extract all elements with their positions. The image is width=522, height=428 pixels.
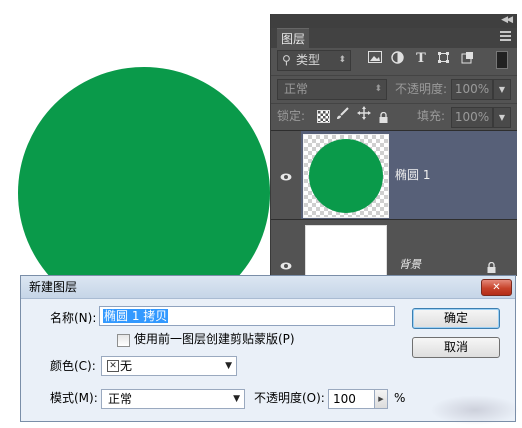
panel-header-bar: ◀◀	[271, 14, 517, 28]
type-layer-filter-icon[interactable]: T	[413, 51, 429, 67]
divider	[271, 103, 517, 104]
fill-input[interactable]: 100%	[451, 107, 493, 128]
tab-layers[interactable]: 图层	[277, 28, 310, 49]
layer-row-ellipse[interactable]: 椭圆 1	[271, 131, 517, 219]
chevron-down-icon: ▼	[498, 113, 506, 122]
fill-label: 填充:	[417, 109, 446, 123]
opacity-label: 不透明度:	[395, 82, 448, 96]
layer-name[interactable]: 椭圆 1	[395, 167, 430, 183]
layer-name-input[interactable]: 椭圆 1 拷贝	[99, 306, 395, 326]
lock-transparent-pixels-icon[interactable]	[317, 110, 330, 123]
cancel-button[interactable]: 取消	[412, 337, 500, 358]
color-label: 颜色(C):	[50, 359, 96, 373]
dialog-title: 新建图层	[29, 280, 78, 294]
layers-panel: ◀◀ 图层 ⚲ 类型 ⬍ T 正常 ⬍ 不透明度: 100% ▼ 锁定: 填充:…	[270, 14, 517, 277]
layer-thumbnail	[303, 134, 389, 218]
eye-icon[interactable]	[280, 168, 292, 181]
mode-value: 正常	[108, 392, 133, 406]
filter-type-label: 类型	[296, 53, 321, 67]
name-label: 名称(N):	[50, 311, 97, 325]
close-button[interactable]: ✕	[481, 279, 512, 296]
panel-tab-bar: 图层	[271, 28, 517, 49]
shape-layer-filter-icon[interactable]	[435, 51, 451, 67]
clipping-mask-checkbox[interactable]	[117, 334, 130, 347]
opacity-input[interactable]: 100%	[451, 79, 493, 100]
search-icon: ⚲	[282, 53, 291, 67]
ok-button[interactable]: 确定	[412, 308, 500, 329]
layer-name-value: 椭圆 1 拷贝	[103, 309, 169, 323]
layer-thumbnail	[305, 225, 387, 277]
smart-object-filter-icon[interactable]	[459, 51, 475, 67]
color-select[interactable]: ✕ 无 ▼	[101, 356, 237, 376]
clipping-mask-label[interactable]: 使用前一图层创建剪贴蒙版(P)	[134, 331, 295, 347]
chevron-down-icon: ▼	[233, 394, 240, 404]
mode-label: 模式(M):	[50, 391, 98, 405]
dialog-title-bar[interactable]: 新建图层 ✕	[21, 276, 515, 299]
adjustment-layer-filter-icon[interactable]	[389, 51, 405, 67]
mode-select[interactable]: 正常 ▼	[101, 389, 245, 409]
lock-position-icon[interactable]	[357, 106, 371, 124]
opacity-dropdown-button[interactable]: ▼	[493, 79, 511, 100]
stepper-arrows-icon: ⬍	[374, 84, 382, 94]
close-icon: ✕	[492, 282, 501, 293]
pixel-layer-filter-icon[interactable]	[367, 51, 383, 67]
collapse-panel-icon[interactable]: ◀◀	[501, 15, 513, 25]
no-color-swatch-icon: ✕	[107, 360, 119, 372]
opacity-input[interactable]: 100	[328, 389, 376, 409]
layer-row-background[interactable]: 背景	[271, 220, 517, 277]
chevron-down-icon: ▼	[498, 85, 506, 94]
chevron-down-icon: ▼	[225, 361, 232, 371]
percent-sign: %	[394, 391, 406, 405]
layer-filter-select[interactable]: ⚲ 类型 ⬍	[277, 50, 351, 71]
opacity-label: 不透明度(O):	[254, 391, 325, 405]
lock-all-icon[interactable]	[379, 108, 388, 123]
lock-label: 锁定:	[277, 109, 306, 123]
lock-image-pixels-icon[interactable]	[335, 107, 349, 125]
fill-dropdown-button[interactable]: ▼	[493, 107, 511, 128]
color-value: 无	[120, 359, 133, 373]
stepper-arrows-icon: ⬍	[338, 55, 346, 65]
thumbnail-ellipse	[309, 139, 383, 213]
filter-toggle-switch[interactable]	[496, 51, 508, 69]
divider	[271, 75, 517, 76]
eye-icon[interactable]	[280, 257, 292, 270]
panel-menu-icon[interactable]	[500, 31, 511, 43]
watermark-blur	[430, 395, 520, 425]
lock-icon	[487, 258, 496, 273]
chevron-right-icon: ▶	[378, 395, 384, 403]
opacity-slider-button[interactable]: ▶	[374, 389, 388, 409]
blend-mode-value: 正常	[284, 82, 309, 96]
blend-mode-select[interactable]: 正常 ⬍	[277, 79, 387, 100]
layer-name[interactable]: 背景	[399, 257, 421, 273]
